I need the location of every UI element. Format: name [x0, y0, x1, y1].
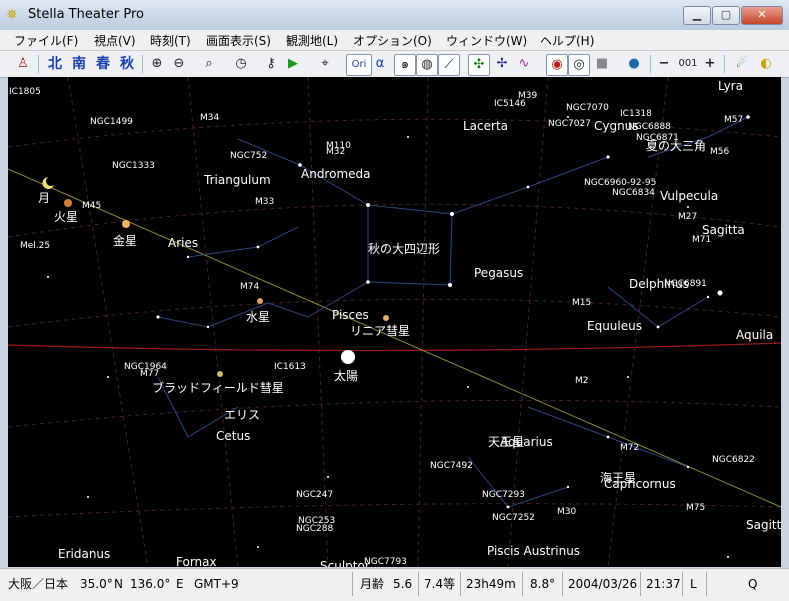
mars-label[interactable]: 火星: [54, 208, 78, 225]
find-icon[interactable]: ⌕: [200, 54, 218, 74]
minus-button[interactable]: −: [656, 54, 672, 74]
neptune-label[interactable]: 海王星: [600, 469, 636, 486]
moon-label[interactable]: 月: [38, 189, 50, 206]
status-bar: 大阪／日本 35.0° N 136.0° E GMT+9 月齢 5.6 7.4等…: [0, 568, 789, 601]
menu-file[interactable]: ファイル(F): [14, 32, 78, 49]
maximize-button[interactable]: ▢: [712, 6, 740, 25]
moon-phase-icon[interactable]: ◐: [756, 54, 776, 74]
earth-icon[interactable]: ●: [624, 54, 644, 74]
mercury-label[interactable]: 水星: [246, 308, 270, 325]
orbit-icon[interactable]: ∿: [514, 54, 534, 74]
toolbar: ♙ 北 南 春 秋 ⊕ ⊖ ⌕ ◷ ⚷ ▶ ⌖ Ori α ๑ ◍ ⟋ ✣ ✢ …: [0, 51, 789, 78]
telescope-icon[interactable]: ⌖: [316, 54, 334, 74]
galaxy-icon[interactable]: ๑: [394, 54, 416, 76]
app-window: ✵ Stella Theater Pro ▁ ▢ ✕ ファイル(F) 視点(V)…: [0, 0, 789, 601]
window-title: Stella Theater Pro: [28, 7, 145, 22]
play-icon[interactable]: ▶: [284, 54, 302, 74]
grid-globe-icon[interactable]: ◉: [546, 54, 568, 76]
status-separator: [460, 572, 461, 596]
status-separator: [682, 572, 683, 596]
close-button[interactable]: ✕: [741, 6, 783, 25]
plus-button[interactable]: +: [702, 54, 718, 74]
latitude: 35.0°: [80, 577, 113, 591]
toolbar-separator: [38, 55, 39, 73]
toolbar-separator: [724, 55, 725, 73]
latitude-dir: N: [114, 577, 123, 591]
status-separator: [640, 572, 641, 596]
alpha-button[interactable]: α: [373, 54, 387, 74]
menu-options[interactable]: オプション(O): [353, 32, 432, 49]
status-Q: Q: [748, 577, 758, 591]
status-separator: [352, 572, 353, 596]
menu-window[interactable]: ウィンドウ(W): [446, 32, 527, 49]
ecliptic-globe-icon[interactable]: ◎: [568, 54, 590, 76]
status-separator: [562, 572, 563, 596]
date[interactable]: 2004/03/26: [568, 573, 637, 595]
south-view-button[interactable]: 南: [70, 54, 88, 74]
longitude-dir: E: [176, 577, 184, 591]
app-logo-icon: ✵: [6, 7, 18, 23]
zoom-out-icon[interactable]: ⊖: [170, 54, 188, 74]
minimize-button[interactable]: ▁: [683, 6, 711, 25]
window-controls: ▁ ▢ ✕: [682, 6, 783, 25]
key-icon[interactable]: ⚷: [262, 54, 280, 74]
saturn-icon[interactable]: ◍: [416, 54, 438, 76]
zoom-value: 001: [678, 58, 698, 69]
layer-icon[interactable]: ■: [592, 54, 612, 74]
toolbar-separator: [142, 55, 143, 73]
location-name: 大阪／日本: [8, 577, 69, 591]
sun-label[interactable]: 太陽: [334, 367, 358, 384]
observer-icon[interactable]: ♙: [14, 54, 32, 74]
zoom-in-icon[interactable]: ⊕: [148, 54, 166, 74]
status-L: L: [690, 577, 697, 591]
status-separator: [522, 572, 523, 596]
menu-bar: ファイル(F) 視点(V) 時刻(T) 画面表示(S) 観測地(L) オプション…: [0, 30, 789, 51]
menu-display[interactable]: 画面表示(S): [206, 32, 271, 49]
menu-help[interactable]: ヘルプ(H): [540, 32, 594, 49]
status-separator: [418, 572, 419, 596]
menu-location[interactable]: 観測地(L): [286, 32, 338, 49]
satellite-icon[interactable]: ✢: [492, 54, 512, 74]
moon-age: 5.6: [393, 577, 413, 591]
time[interactable]: 21:37: [646, 573, 681, 595]
menu-view[interactable]: 視点(V): [94, 32, 136, 49]
timezone: GMT+9: [194, 577, 239, 591]
star-map[interactable]: Lyra Lacerta Cygnus 夏の大三角 Andromeda Tria…: [8, 77, 781, 567]
bradfield-comet-label[interactable]: ブラッドフィールド彗星: [152, 379, 284, 396]
autumn-view-button[interactable]: 秋: [118, 54, 136, 74]
toolbar-separator: [650, 55, 651, 73]
title-bar[interactable]: ✵ Stella Theater Pro ▁ ▢ ✕: [0, 0, 789, 31]
status-separator: [706, 572, 707, 596]
spring-view-button[interactable]: 春: [94, 54, 112, 74]
moon-age-label: 月齢: [360, 577, 385, 591]
right-ascension: 23h49m: [466, 577, 516, 591]
field-of-view: 8.8°: [530, 577, 556, 591]
longitude: 136.0°: [130, 577, 171, 591]
comet-icon[interactable]: ⟋: [438, 54, 460, 76]
linear-comet-label[interactable]: リニア彗星: [350, 322, 410, 339]
menu-time[interactable]: 時刻(T): [150, 32, 191, 49]
meteor-icon[interactable]: ☄: [732, 54, 752, 74]
solar-system-labels: 月 火星 金星 水星 太陽 リニア彗星 ブラッドフィールド彗星 エリス 海王星 …: [8, 77, 781, 567]
venus-label[interactable]: 金星: [113, 232, 137, 249]
limiting-magnitude: 7.4等: [424, 577, 456, 591]
constellation-lines-icon[interactable]: ✣: [468, 54, 490, 76]
orientation-button[interactable]: Ori: [346, 54, 372, 76]
clock-icon[interactable]: ◷: [232, 54, 250, 74]
eris-label[interactable]: エリス: [224, 406, 260, 423]
uranus-label[interactable]: 天王星: [488, 433, 524, 450]
north-view-button[interactable]: 北: [46, 54, 64, 74]
